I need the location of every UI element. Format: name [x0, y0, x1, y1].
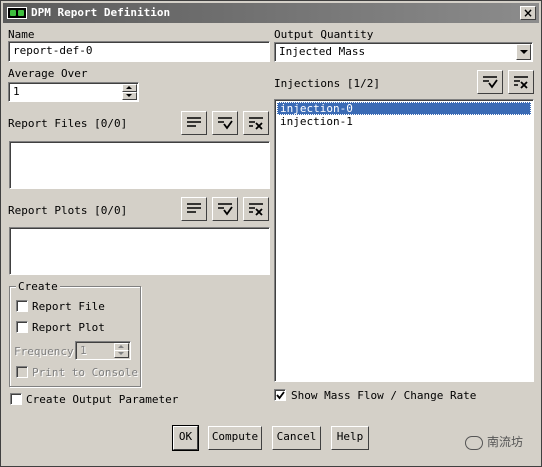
create-output-parameter-checkbox[interactable] — [10, 393, 22, 405]
frequency-spinner: 1 — [75, 341, 131, 360]
report-plot-checkbox[interactable] — [16, 321, 28, 333]
spin-up-icon[interactable] — [122, 84, 137, 92]
app-icon — [7, 7, 27, 19]
watermark-text: 南流坊 — [486, 435, 523, 449]
check-plots-button[interactable] — [212, 197, 238, 221]
injections-list[interactable]: injection-0 injection-1 — [274, 99, 534, 382]
frequency-value: 1 — [80, 344, 87, 357]
ok-button[interactable]: OK — [172, 425, 199, 451]
watermark: 南流坊 — [464, 433, 523, 450]
average-over-spinner[interactable]: 1 — [8, 82, 139, 102]
select-all-files-button[interactable] — [181, 111, 207, 135]
output-quantity-label: Output Quantity — [274, 28, 374, 41]
checkmark-icon — [276, 391, 285, 400]
spin-down-icon[interactable] — [122, 92, 137, 100]
compute-button[interactable]: Compute — [208, 426, 262, 450]
clear-injections-button[interactable] — [508, 70, 534, 94]
report-files-label: Report Files [0/0] — [8, 117, 128, 130]
window-title: DPM Report Definition — [31, 6, 171, 19]
chevron-down-icon[interactable] — [516, 44, 531, 60]
list-check-icon — [218, 117, 233, 130]
clear-files-button[interactable] — [243, 111, 269, 135]
output-quantity-select[interactable]: Injected Mass — [274, 42, 533, 62]
list-lines-icon — [187, 203, 201, 213]
show-mass-flow-label: Show Mass Flow / Change Rate — [291, 389, 477, 402]
create-group-title: Create — [16, 280, 60, 293]
frequency-label: Frequency — [14, 345, 74, 358]
print-to-console-checkbox — [16, 366, 28, 378]
name-input[interactable]: report-def-0 — [8, 41, 270, 62]
check-injections-button[interactable] — [477, 70, 503, 94]
average-over-label: Average Over — [8, 67, 88, 80]
dialog-window: DPM Report Definition × Name report-def-… — [0, 0, 542, 467]
close-button[interactable]: × — [520, 6, 536, 20]
create-output-parameter-label: Create Output Parameter — [26, 393, 179, 406]
list-item[interactable]: injection-1 — [277, 115, 531, 128]
report-plots-label: Report Plots [0/0] — [8, 204, 128, 217]
list-check-icon — [483, 76, 498, 89]
title-bar[interactable]: DPM Report Definition × — [3, 3, 539, 23]
report-files-list[interactable] — [9, 141, 270, 189]
report-plot-label: Report Plot — [32, 321, 105, 334]
check-files-button[interactable] — [212, 111, 238, 135]
name-label: Name — [8, 28, 35, 41]
list-clear-icon — [249, 203, 263, 216]
list-clear-icon — [514, 76, 528, 89]
report-plots-list[interactable] — [9, 227, 270, 275]
cancel-button[interactable]: Cancel — [272, 426, 321, 450]
wechat-icon — [464, 435, 483, 450]
spin-down-icon — [114, 350, 129, 358]
help-button[interactable]: Help — [331, 426, 369, 450]
output-quantity-value: Injected Mass — [279, 45, 366, 58]
list-check-icon — [218, 203, 233, 216]
list-clear-icon — [249, 117, 263, 130]
print-to-console-label: Print to Console — [32, 366, 138, 379]
report-file-checkbox[interactable] — [16, 300, 28, 312]
list-item[interactable]: injection-0 — [277, 102, 531, 115]
report-file-label: Report File — [32, 300, 105, 313]
clear-plots-button[interactable] — [243, 197, 269, 221]
injections-label: Injections [1/2] — [274, 77, 380, 90]
select-all-plots-button[interactable] — [181, 197, 207, 221]
show-mass-flow-checkbox[interactable] — [274, 389, 286, 401]
list-lines-icon — [187, 117, 201, 127]
average-over-value: 1 — [13, 85, 20, 98]
